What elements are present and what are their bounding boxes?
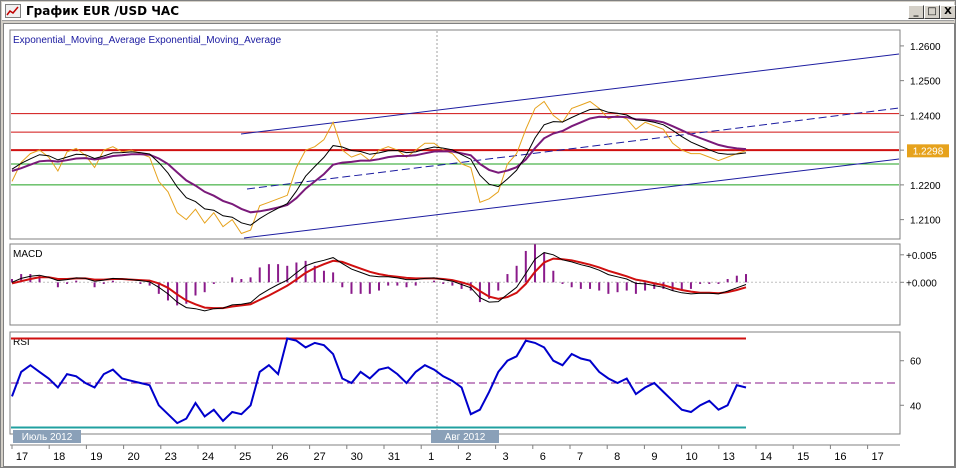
x-tick-label: 13 — [723, 451, 735, 463]
current-price-label: 1.2298 — [907, 144, 949, 158]
month-label: Авг 2012 — [445, 432, 486, 443]
x-tick-label: 10 — [685, 451, 697, 463]
x-tick-label: 30 — [351, 451, 363, 463]
x-tick-label: 16 — [834, 451, 846, 463]
x-tick-label: 14 — [760, 451, 772, 463]
price-tick-label: 1.2500 — [910, 77, 941, 88]
x-tick-label: 8 — [614, 451, 620, 463]
x-tick-label: 2 — [465, 451, 471, 463]
price-tick-label: 1.2600 — [910, 42, 941, 53]
x-tick-label: 27 — [313, 451, 325, 463]
x-tick-label: 15 — [797, 451, 809, 463]
x-tick-label: 24 — [202, 451, 214, 463]
x-tick-label: 3 — [503, 451, 509, 463]
chart-window: График EUR /USD ЧАС _ □ X Exponential_Mo… — [0, 0, 956, 468]
x-tick-label: 26 — [276, 451, 288, 463]
x-tick-label: 18 — [53, 451, 65, 463]
x-tick-label: 9 — [651, 451, 657, 463]
maximize-button[interactable]: □ — [924, 5, 940, 19]
macd-tick-label: +0.005 — [906, 251, 937, 262]
x-tick-label: 31 — [388, 451, 400, 463]
rsi-tick-label: 40 — [910, 401, 922, 412]
window-title: График EUR /USD ЧАС — [26, 4, 180, 18]
price-tick-label: 1.2400 — [910, 111, 941, 122]
title-bar[interactable]: График EUR /USD ЧАС _ □ X — [2, 2, 956, 21]
price-tick-label: 1.2200 — [910, 181, 941, 192]
x-tick-label: 6 — [540, 451, 546, 463]
x-tick-label: 17 — [871, 451, 883, 463]
x-tick-label: 19 — [90, 451, 102, 463]
month-label: Июль 2012 — [22, 432, 73, 443]
x-tick-label: 17 — [16, 451, 28, 463]
rsi-tick-label: 60 — [910, 357, 922, 368]
minimize-button[interactable]: _ — [908, 5, 924, 19]
x-tick-label: 7 — [577, 451, 583, 463]
x-tick-label: 20 — [127, 451, 139, 463]
x-tick-label: 23 — [165, 451, 177, 463]
x-tick-label: 1 — [428, 451, 434, 463]
chart-svg[interactable]: Exponential_Moving_Average Exponential_M… — [4, 24, 954, 466]
price-panel-title: Exponential_Moving_Average Exponential_M… — [13, 35, 282, 46]
macd-panel-title: MACD — [13, 249, 42, 260]
close-button[interactable]: X — [940, 5, 956, 19]
macd-tick-label: +0.000 — [906, 278, 937, 289]
current-price-text: 1.2298 — [913, 146, 944, 157]
chart-icon — [5, 4, 21, 18]
x-tick-label: 25 — [239, 451, 251, 463]
chart-area[interactable]: Exponential_Moving_Average Exponential_M… — [3, 23, 955, 467]
price-tick-label: 1.2100 — [910, 216, 941, 227]
